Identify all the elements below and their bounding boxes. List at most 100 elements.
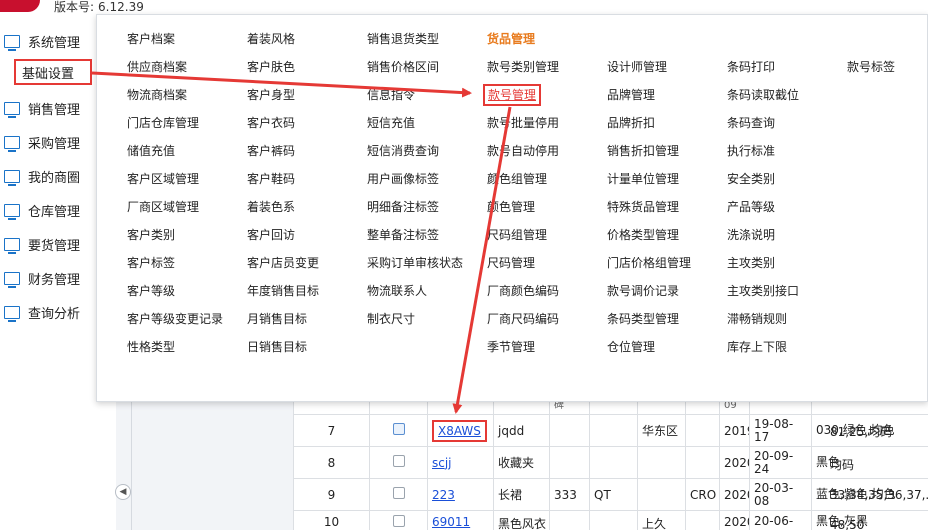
menu-item[interactable]: 供应商档案 [127, 53, 223, 81]
menu-item[interactable]: 客户区域管理 [127, 165, 223, 193]
menu-item[interactable]: 仓位管理 [607, 333, 691, 361]
highlight-box: X8AWS [432, 419, 487, 442]
menu-item[interactable]: 客户回访 [247, 221, 319, 249]
menu-item[interactable]: 客户肤色 [247, 53, 319, 81]
menu-item[interactable]: 月销售目标 [247, 305, 319, 333]
menu-item[interactable]: 设计师管理 [607, 53, 691, 81]
menu-item[interactable]: 洗涤说明 [727, 221, 799, 249]
table-cell [811, 400, 928, 415]
menu-item[interactable]: 物流商档案 [127, 81, 223, 109]
menu-item[interactable]: 价格类型管理 [607, 221, 691, 249]
sidebar-item-sales[interactable]: 销售管理 [4, 95, 94, 121]
table-cell [685, 510, 720, 530]
menu-item[interactable]: 厂商颜色编码 [487, 277, 559, 305]
menu-item[interactable]: 颜色组管理 [487, 165, 559, 193]
menu-item[interactable]: 采购订单审核状态 [367, 249, 463, 277]
menu-item[interactable]: 客户等级变更记录 [127, 305, 223, 333]
menu-item[interactable]: 特殊货品管理 [607, 193, 691, 221]
row-checkbox-cell[interactable] [369, 446, 428, 479]
sidebar-item-warehouse[interactable]: 仓库管理 [4, 197, 94, 223]
sidebar-item-business-circle[interactable]: 我的商圈 [4, 163, 94, 189]
sidebar-item-query-analysis[interactable]: 查询分析 [4, 299, 94, 325]
menu-item[interactable]: 客户档案 [127, 25, 223, 53]
menu-item[interactable]: 储值充值 [127, 137, 223, 165]
row-checkbox[interactable] [392, 487, 405, 499]
menu-item[interactable]: 库存上下限 [727, 333, 799, 361]
sidebar-item-purchase[interactable]: 采购管理 [4, 129, 94, 155]
menu-item[interactable]: 条码打印 [727, 53, 799, 81]
row-checkbox[interactable] [392, 515, 405, 527]
menu-item[interactable]: 计量单位管理 [607, 165, 691, 193]
code-link[interactable]: X8AWS [438, 424, 481, 438]
menu-item[interactable]: 颜色管理 [487, 193, 559, 221]
menu-item[interactable]: 用户画像标签 [367, 165, 463, 193]
row-checkbox-cell[interactable] [369, 414, 428, 447]
top-bar: 版本号: 6.12.39 [0, 0, 928, 14]
menu-item[interactable]: 产品等级 [727, 193, 799, 221]
menu-item[interactable]: 客户身型 [247, 81, 319, 109]
code-link[interactable]: scjj [432, 456, 452, 470]
menu-item[interactable]: 安全类别 [727, 165, 799, 193]
menu-item[interactable]: 条码类型管理 [607, 305, 691, 333]
date-cell: 19-08-17 [749, 414, 812, 447]
menu-item[interactable]: 着装风格 [247, 25, 319, 53]
sidebar-item-finance[interactable]: 财务管理 [4, 265, 94, 291]
sidebar-item-replenishment[interactable]: 要货管理 [4, 231, 94, 257]
menu-item[interactable]: 客户标签 [127, 249, 223, 277]
menu-item[interactable]: 物流联系人 [367, 277, 463, 305]
menu-item[interactable]: 客户类别 [127, 221, 223, 249]
menu-item[interactable]: 季节管理 [487, 333, 559, 361]
menu-item[interactable]: 门店仓库管理 [127, 109, 223, 137]
menu-item[interactable]: 厂商区域管理 [127, 193, 223, 221]
menu-item[interactable]: 尺码管理 [487, 249, 559, 277]
menu-item[interactable]: 整单备注标签 [367, 221, 463, 249]
menu-item-style-management[interactable]: 款号管理 [483, 84, 542, 106]
menu-item[interactable]: 条码查询 [727, 109, 799, 137]
menu-item[interactable]: 款号类别管理 [487, 53, 559, 81]
menu-item[interactable]: 销售退货类型 [367, 25, 463, 53]
chevron-left-icon[interactable]: ◀ [115, 484, 131, 500]
menu-item[interactable]: 款号标签 [847, 53, 895, 81]
menu-item[interactable]: 门店价格组管理 [607, 249, 691, 277]
menu-item[interactable]: 款号批量停用 [487, 109, 559, 137]
menu-item[interactable]: 品牌管理 [607, 81, 691, 109]
code-link[interactable]: 69011 [432, 515, 470, 529]
code-link[interactable]: 223 [432, 488, 455, 502]
menu-item[interactable]: 款号自动停用 [487, 137, 559, 165]
row-checkbox[interactable] [392, 423, 405, 435]
menu-item[interactable]: 滞畅销规则 [727, 305, 799, 333]
menu-item[interactable]: 明细备注标签 [367, 193, 463, 221]
menu-item[interactable]: 客户裤码 [247, 137, 319, 165]
table-cell [749, 400, 812, 415]
menu-item[interactable]: 客户店员变更 [247, 249, 319, 277]
menu-item[interactable]: 性格类型 [127, 333, 223, 361]
menu-item[interactable]: 客户鞋码 [247, 165, 319, 193]
menu-item[interactable]: 年度销售目标 [247, 277, 319, 305]
menu-item[interactable]: 厂商尺码编码 [487, 305, 559, 333]
menu-item[interactable]: 客户衣码 [247, 109, 319, 137]
menu-item[interactable]: 短信充值 [367, 109, 463, 137]
menu-item[interactable]: 短信消费查询 [367, 137, 463, 165]
menu-item[interactable]: 销售折扣管理 [607, 137, 691, 165]
menu-item[interactable]: 尺码组管理 [487, 221, 559, 249]
row-checkbox[interactable] [392, 455, 405, 467]
menu-item[interactable]: 主攻类别接口 [727, 277, 799, 305]
year-cell: 2020 [719, 510, 750, 530]
menu-item[interactable]: 款号调价记录 [607, 277, 691, 305]
menu-item[interactable]: 信息指令 [367, 81, 463, 109]
menu-item[interactable]: 品牌折扣 [607, 109, 691, 137]
menu-item[interactable]: 日销售目标 [247, 333, 319, 361]
menu-item[interactable]: 主攻类别 [727, 249, 799, 277]
sidebar-item-system[interactable]: 系统管理 [4, 28, 94, 54]
menu-item[interactable]: 着装色系 [247, 193, 319, 221]
sidebar-item-basic-settings[interactable]: 基础设置 [14, 59, 92, 85]
menu-item[interactable]: 销售价格区间 [367, 53, 463, 81]
menu-item[interactable]: 制衣尺寸 [367, 305, 463, 333]
row-checkbox-cell[interactable] [369, 478, 428, 511]
row-checkbox-cell[interactable] [369, 510, 428, 530]
menu-item[interactable]: 执行标准 [727, 137, 799, 165]
menu-item[interactable]: 条码读取截位 [727, 81, 799, 109]
menu-item[interactable]: 客户等级 [127, 277, 223, 305]
menu-column-2: 着装风格 客户肤色 客户身型 客户衣码 客户裤码 客户鞋码 着装色系 客户回访 … [247, 25, 319, 361]
row-number: 9 [293, 478, 370, 511]
